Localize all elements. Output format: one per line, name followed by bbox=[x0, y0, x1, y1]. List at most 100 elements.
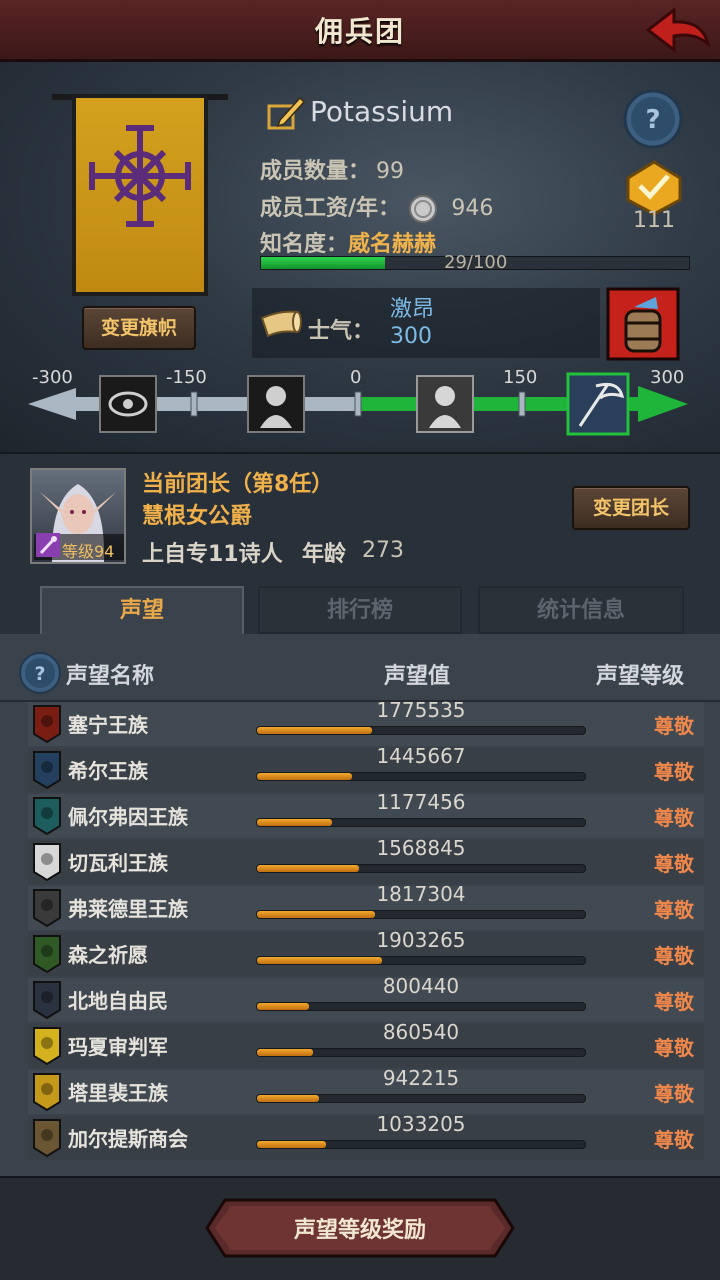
reputation-bar bbox=[256, 864, 586, 873]
despair-state-icon bbox=[247, 375, 305, 433]
column-header-name: 声望名称 bbox=[66, 664, 155, 689]
reputation-rank: 尊敬 bbox=[654, 714, 694, 738]
faction-name: 塔里裴王族 bbox=[68, 1081, 168, 1105]
tab-statistics[interactable]: 统计信息 bbox=[478, 586, 684, 634]
badge-count: 111 bbox=[633, 208, 675, 233]
reputation-value: 1033205 bbox=[376, 1112, 466, 1136]
faction-name: 佩尔弗因王族 bbox=[68, 805, 188, 829]
column-header-value: 声望值 bbox=[384, 664, 451, 689]
fame-progress-text: 29/100 bbox=[444, 252, 508, 273]
reputation-value: 800440 bbox=[382, 974, 460, 998]
fame-progress-fill bbox=[261, 257, 385, 269]
reputation-rank: 尊敬 bbox=[654, 806, 694, 830]
reputation-bar-fill bbox=[257, 1003, 309, 1010]
faction-name: 弗莱德里王族 bbox=[68, 897, 188, 921]
table-row[interactable]: 塞宁王族 1775535 尊敬 bbox=[28, 698, 704, 746]
morale-scale bbox=[28, 372, 688, 436]
crest-teal-icon bbox=[33, 797, 61, 836]
app-header: 佣兵团 bbox=[0, 0, 720, 62]
reputation-bar bbox=[256, 1094, 586, 1103]
faction-name: 塞宁王族 bbox=[68, 713, 148, 737]
reputation-bar-fill bbox=[257, 773, 352, 780]
table-row[interactable]: 森之祈愿 1903265 尊敬 bbox=[28, 928, 704, 976]
fame-label: 知名度： bbox=[260, 232, 349, 257]
eye-state-icon bbox=[99, 375, 157, 433]
crest-white-icon bbox=[33, 843, 61, 882]
table-row[interactable]: 塔里裴王族 942215 尊敬 bbox=[28, 1066, 704, 1114]
table-row[interactable]: 玛夏审判军 860540 尊敬 bbox=[28, 1020, 704, 1068]
leader-level: 等级94 bbox=[62, 542, 115, 561]
silver-coin-icon bbox=[408, 195, 437, 223]
faction-name: 切瓦利王族 bbox=[68, 851, 168, 875]
table-row[interactable]: 加尔提斯商会 1033205 尊敬 bbox=[28, 1112, 704, 1160]
reputation-bar bbox=[256, 1048, 586, 1057]
reputation-bar bbox=[256, 726, 586, 735]
reputation-rank: 尊敬 bbox=[654, 1082, 694, 1106]
change-banner-button[interactable]: 变更旗帜 bbox=[82, 306, 196, 350]
reputation-bar bbox=[256, 1002, 586, 1011]
change-leader-button[interactable]: 变更团长 bbox=[572, 486, 690, 530]
table-row[interactable]: 佩尔弗因王族 1177456 尊敬 bbox=[28, 790, 704, 838]
page-title: 佣兵团 bbox=[314, 15, 405, 48]
leader-class: 上自专11诗人 bbox=[142, 542, 283, 567]
crest-blue-icon bbox=[33, 751, 61, 790]
svg-text:?: ? bbox=[34, 663, 45, 685]
tab-reputation[interactable]: 声望 bbox=[40, 586, 244, 634]
table-row[interactable]: 切瓦利王族 1568845 尊敬 bbox=[28, 836, 704, 884]
reputation-rank: 尊敬 bbox=[654, 1128, 694, 1152]
morale-state: 激昂 bbox=[390, 297, 435, 322]
scale-tick-0 bbox=[354, 391, 362, 417]
crest-gold-icon bbox=[33, 1027, 61, 1066]
scale-label-minus150: -150 bbox=[166, 367, 207, 388]
fame-value: 威名赫赫 bbox=[348, 232, 437, 257]
reputation-bar bbox=[256, 956, 586, 965]
tab-ranking[interactable]: 排行榜 bbox=[258, 586, 462, 634]
reputation-bar-fill bbox=[257, 1049, 313, 1056]
reputation-bar-fill bbox=[257, 911, 375, 918]
reputation-bar bbox=[256, 910, 586, 919]
reputation-value: 1445667 bbox=[376, 744, 466, 768]
table-row[interactable]: 弗莱德里王族 1817304 尊敬 bbox=[28, 882, 704, 930]
faction-name: 北地自由民 bbox=[68, 989, 168, 1013]
table-row[interactable]: 北地自由民 800440 尊敬 bbox=[28, 974, 704, 1022]
reputation-bar bbox=[256, 818, 586, 827]
reputation-bar-fill bbox=[257, 957, 382, 964]
scale-label-0: 0 bbox=[350, 367, 362, 388]
excited-state-icon bbox=[566, 372, 630, 436]
faction-name: 玛夏审判军 bbox=[68, 1035, 168, 1059]
table-row[interactable]: 希尔王族 1445667 尊敬 bbox=[28, 744, 704, 792]
salary-value: 946 bbox=[451, 196, 494, 221]
fame-row: 知名度：威名赫赫 bbox=[260, 226, 436, 258]
reputation-value: 1817304 bbox=[376, 882, 466, 906]
reputation-value: 860540 bbox=[382, 1020, 460, 1044]
reputation-value: 1568845 bbox=[376, 836, 466, 860]
salary-row: 成员工资/年： 946 bbox=[260, 190, 493, 224]
help-icon[interactable]: ? bbox=[18, 651, 62, 695]
reputation-bar-fill bbox=[257, 1095, 319, 1102]
svg-text:?: ? bbox=[645, 105, 660, 135]
faction-name: 森之祈愿 bbox=[68, 943, 148, 967]
reputation-bar-fill bbox=[257, 819, 332, 826]
leader-age: 273 bbox=[362, 538, 404, 563]
scale-label-300: 300 bbox=[650, 367, 685, 388]
guild-banner bbox=[52, 86, 228, 302]
reputation-rank: 尊敬 bbox=[654, 1036, 694, 1060]
faction-name: 加尔提斯商会 bbox=[68, 1127, 188, 1151]
banner-flag bbox=[72, 94, 208, 296]
reputation-bar bbox=[256, 1140, 586, 1149]
crest-crown-icon bbox=[33, 1073, 61, 1112]
faction-name: 希尔王族 bbox=[68, 759, 148, 783]
barrel-icon[interactable] bbox=[606, 287, 680, 361]
back-arrow-icon[interactable] bbox=[644, 4, 712, 56]
wand-icon bbox=[36, 533, 60, 557]
reputation-rank: 尊敬 bbox=[654, 898, 694, 922]
reputation-bar bbox=[256, 772, 586, 781]
edit-name-icon[interactable] bbox=[266, 92, 306, 132]
help-icon[interactable]: ? bbox=[622, 88, 684, 150]
crest-axe-icon bbox=[33, 981, 61, 1020]
crest-tree-icon bbox=[33, 935, 61, 974]
leader-name: 慧根女公爵 bbox=[142, 504, 253, 529]
reputation-rank: 尊敬 bbox=[654, 990, 694, 1014]
crest-chest-icon bbox=[33, 1119, 61, 1158]
banner-emblem-icon bbox=[89, 125, 191, 227]
